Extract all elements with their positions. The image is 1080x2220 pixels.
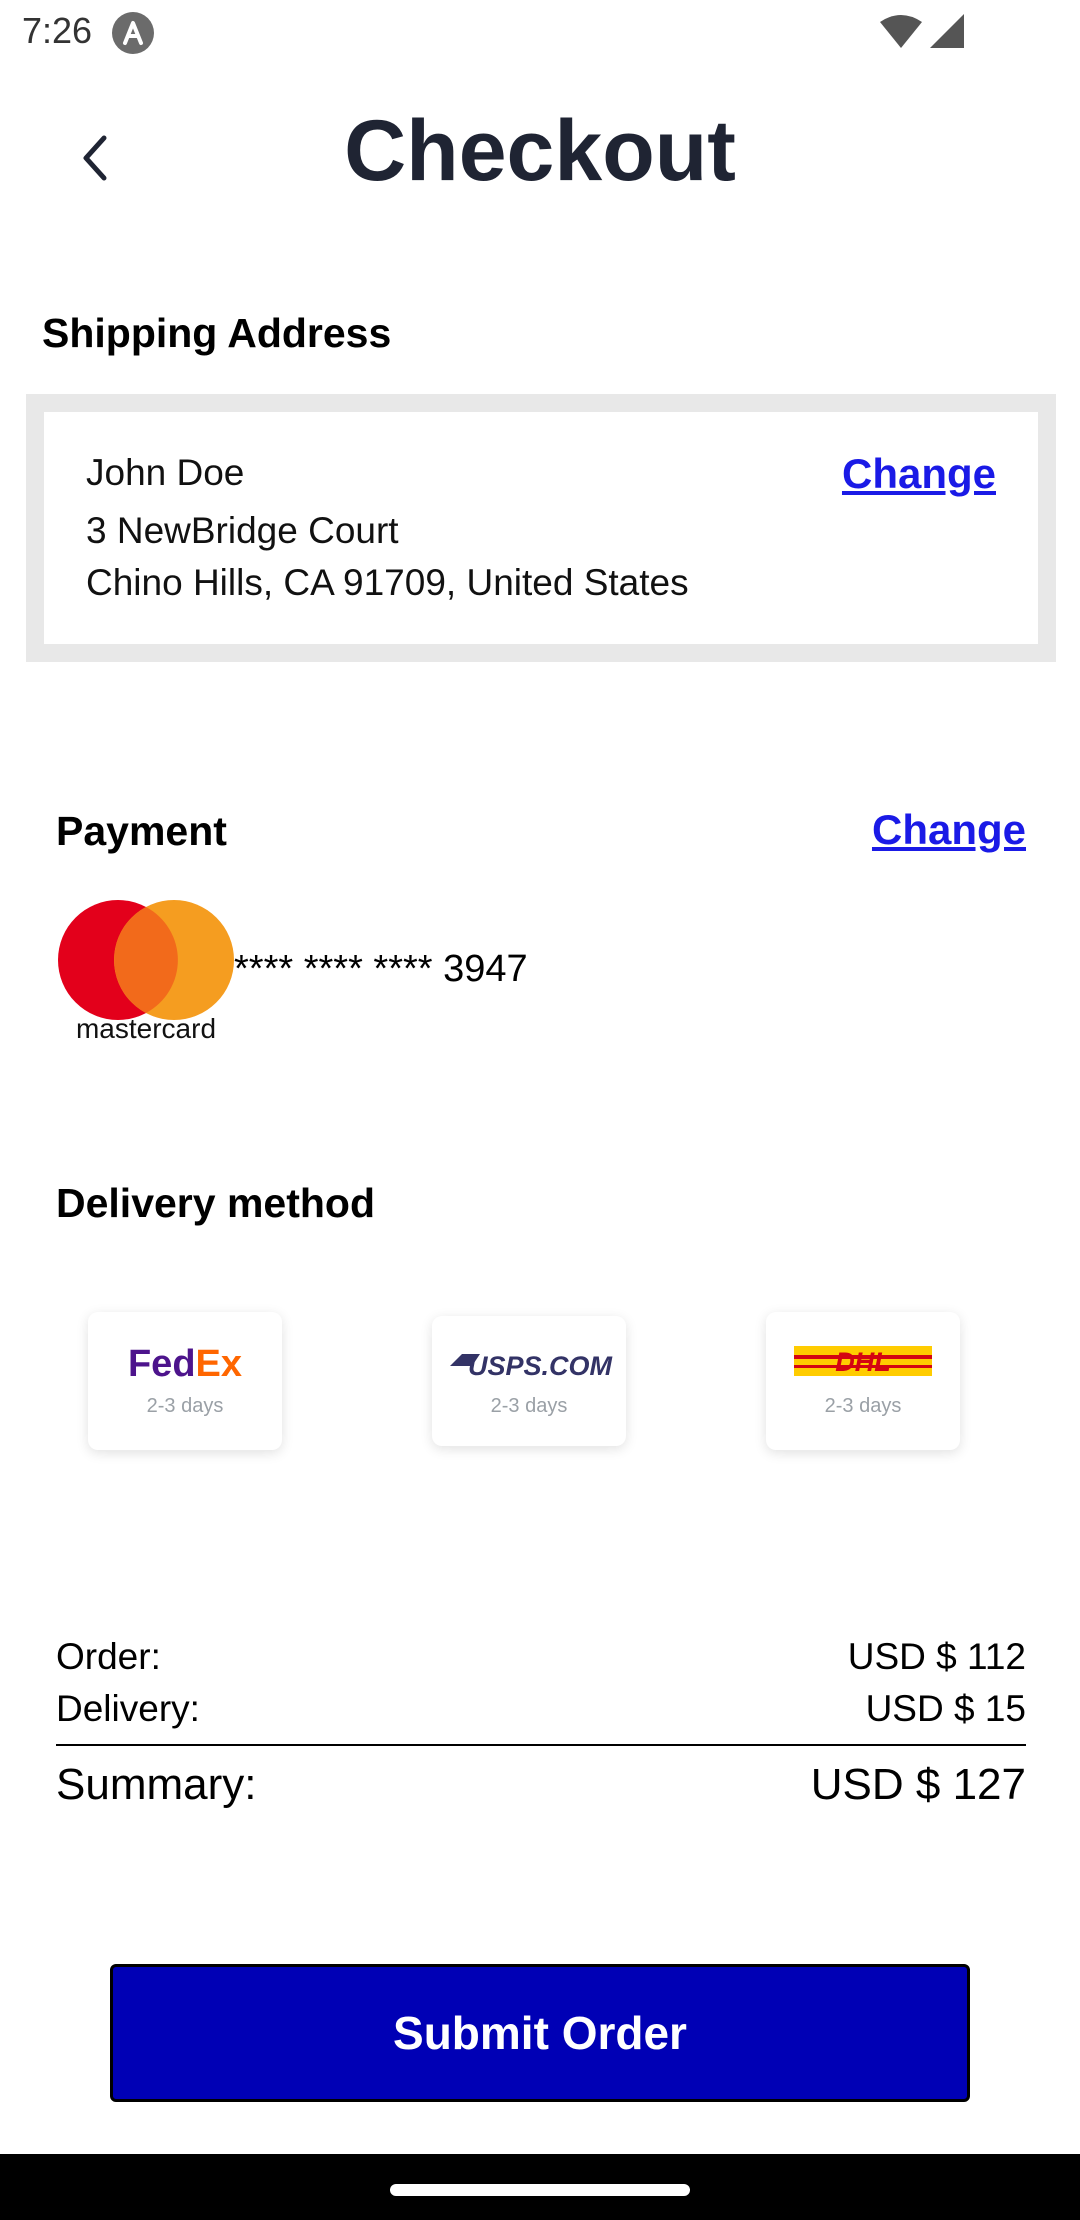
payment-title: Payment [56, 808, 227, 854]
mastercard-logo: mastercard [56, 900, 236, 1045]
order-value: USD $ 112 [847, 1636, 1026, 1677]
usps-logo-text: USPS.COM [468, 1351, 613, 1381]
fedex-logo-text: FedEx [128, 1343, 242, 1385]
fedex-logo: FedEx [128, 1343, 242, 1385]
shipping-address-card: John Doe 3 NewBridge Court Chino Hills, … [26, 394, 1056, 662]
shipping-address-title: Shipping Address [42, 310, 392, 356]
delivery-label: Delivery: [56, 1688, 200, 1729]
page-title: Checkout [344, 103, 736, 199]
delivery-method-title: Delivery method [56, 1180, 375, 1226]
shipping-name: John Doe [86, 452, 245, 493]
home-gesture-handle[interactable] [390, 2184, 690, 2196]
submit-order-button[interactable]: Submit Order [110, 1964, 970, 2102]
shipping-address-line1: 3 NewBridge Court [86, 510, 399, 551]
status-time: 7:26 [22, 10, 93, 51]
summary-label: Summary: [56, 1760, 257, 1809]
dhl-logo: DHL [794, 1346, 932, 1377]
order-label: Order: [56, 1636, 161, 1677]
shipping-address-inner: John Doe 3 NewBridge Court Chino Hills, … [44, 412, 1038, 644]
signal-icon [928, 14, 964, 55]
delivery-option-usps[interactable]: USPS.COM 2-3 days [432, 1316, 626, 1446]
delivery-value: USD $ 15 [865, 1688, 1026, 1729]
svg-text:mastercard: mastercard [76, 1013, 216, 1044]
card-number: **** **** **** 3947 [234, 948, 528, 990]
change-payment-link[interactable]: Change [872, 806, 1026, 854]
change-address-link[interactable]: Change [842, 450, 996, 498]
wifi-icon [880, 14, 922, 55]
delivery-option-fedex[interactable]: FedEx 2-3 days [88, 1312, 282, 1450]
usps-logo: USPS.COM [450, 1351, 613, 1381]
delivery-days: 2-3 days [824, 1395, 902, 1417]
dhl-logo-text: DHL [835, 1347, 891, 1377]
delivery-option-dhl[interactable]: DHL 2-3 days [766, 1312, 960, 1450]
summary-value: USD $ 127 [810, 1760, 1026, 1809]
app-notification-icon [112, 12, 154, 54]
shipping-address-line2: Chino Hills, CA 91709, United States [86, 562, 689, 603]
delivery-days: 2-3 days [490, 1395, 568, 1417]
header: Checkout [0, 80, 1080, 230]
delivery-days: 2-3 days [146, 1395, 224, 1417]
summary-divider [56, 1744, 1026, 1746]
status-bar: 7:26 [0, 0, 1080, 66]
system-nav-bar [0, 2154, 1080, 2220]
